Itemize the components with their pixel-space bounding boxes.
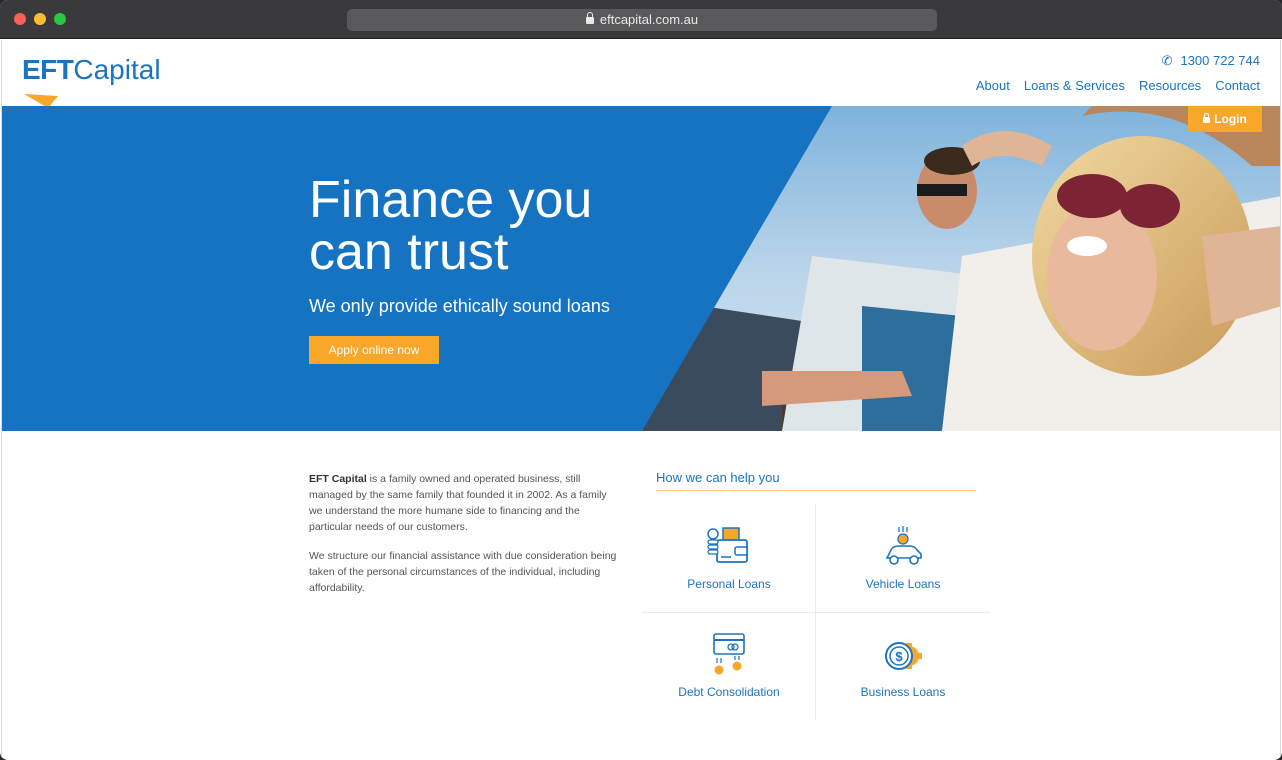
close-window-button[interactable] — [14, 13, 26, 25]
logo-light-text: Capital — [73, 54, 161, 85]
nav-resources[interactable]: Resources — [1139, 78, 1201, 93]
phone-number: 1300 722 744 — [1180, 53, 1260, 68]
phone-link[interactable]: ✆ 1300 722 744 — [1162, 53, 1260, 69]
apply-online-button[interactable]: Apply online now — [309, 336, 439, 364]
nav-about[interactable]: About — [976, 78, 1010, 93]
site-logo[interactable]: EFTCapital — [22, 54, 161, 108]
zoom-window-button[interactable] — [54, 13, 66, 25]
car-dollar-icon — [885, 526, 922, 565]
logo-bold-text: EFT — [22, 54, 74, 85]
service-label: Business Loans — [860, 685, 946, 699]
address-bar[interactable]: eftcapital.com.au — [347, 9, 937, 31]
nav-contact[interactable]: Contact — [1215, 78, 1260, 93]
about-section: EFT Capital is a family owned and operat… — [309, 471, 621, 609]
url-text: eftcapital.com.au — [599, 12, 699, 27]
help-divider — [656, 490, 976, 491]
svg-text:$: $ — [895, 649, 903, 664]
service-business-loans[interactable]: $ Business Loans — [816, 612, 990, 720]
lock-icon — [585, 12, 594, 24]
title-bar: eftcapital.com.au — [0, 0, 1282, 39]
service-personal-loans[interactable]: Personal Loans — [642, 504, 816, 612]
browser-window: eftcapital.com.au EFTCapital ✆ 1300 722 7… — [0, 0, 1282, 760]
lock-icon — [1203, 113, 1211, 123]
phone-icon: ✆ — [1161, 53, 1173, 68]
service-debt-consolidation[interactable]: Debt Consolidation — [642, 612, 816, 720]
hero-subtitle: We only provide ethically sound loans — [309, 296, 610, 316]
page-viewport: EFTCapital ✆ 1300 722 744 About Loans & S… — [1, 40, 1281, 758]
hero-banner: Finance you can trust We only provide et… — [2, 106, 1280, 431]
nav-loans-services[interactable]: Loans & Services — [1024, 78, 1125, 93]
hero-title: Finance you can trust — [309, 171, 593, 281]
help-section-title: How we can help you — [656, 470, 780, 485]
login-label: Login — [1214, 112, 1247, 126]
login-button[interactable]: Login — [1188, 106, 1262, 132]
service-vehicle-loans[interactable]: Vehicle Loans — [816, 504, 990, 612]
service-label: Debt Consolidation — [678, 685, 780, 699]
minimize-window-button[interactable] — [34, 13, 46, 25]
about-paragraph-1: EFT Capital is a family owned and operat… — [309, 471, 621, 535]
about-paragraph-2: We structure our financial assistance wi… — [309, 550, 617, 594]
service-label: Vehicle Loans — [865, 577, 941, 591]
services-grid: Personal Loans Vehicle Loans Debt Consol… — [642, 504, 990, 720]
card-coins-icon — [713, 633, 745, 675]
service-label: Personal Loans — [687, 577, 771, 591]
main-nav: About Loans & Services Resources Contact — [962, 78, 1260, 93]
dollar-gear-icon: $ — [885, 642, 922, 670]
wallet-coins-icon — [707, 527, 748, 563]
about-brand: EFT Capital — [309, 473, 367, 485]
